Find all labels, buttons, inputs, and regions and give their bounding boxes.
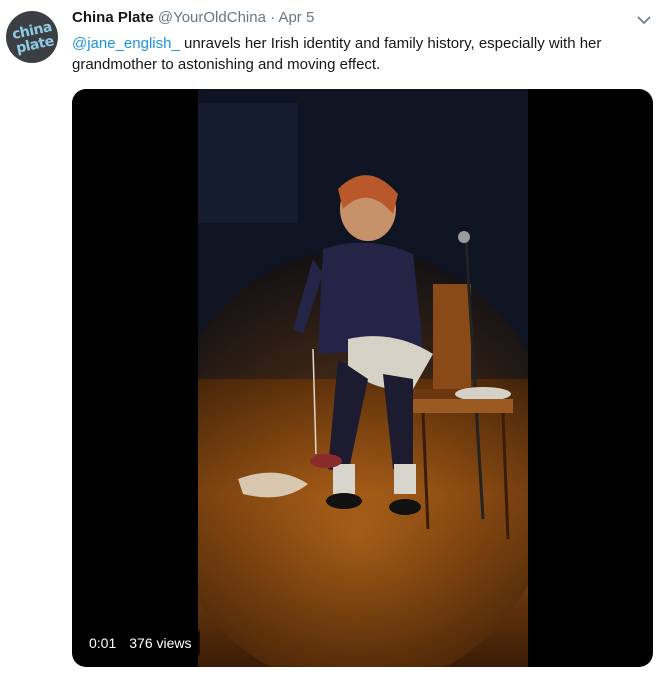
tweet-text: @jane_english_ unravels her Irish identi…: [72, 33, 652, 75]
tweet-date[interactable]: Apr 5: [278, 9, 314, 26]
video-views: 376 views: [129, 635, 192, 651]
author-name[interactable]: China Plate: [72, 9, 154, 26]
mention-link[interactable]: @jane_english_: [72, 35, 180, 52]
tweet-header: China Plate @YourOldChina · Apr 5: [72, 9, 314, 26]
avatar[interactable]: china plate: [6, 11, 58, 63]
chevron-down-icon[interactable]: [636, 12, 652, 28]
video-overlay: 0:01 376 views: [81, 629, 200, 657]
video-time: 0:01: [89, 635, 117, 651]
tweet[interactable]: china plate China Plate @YourOldChina · …: [0, 0, 667, 678]
separator-dot: ·: [270, 9, 276, 26]
author-handle[interactable]: @YourOldChina: [158, 9, 266, 26]
video-frame[interactable]: [198, 89, 528, 667]
video-player[interactable]: 0:01 376 views: [72, 89, 653, 667]
